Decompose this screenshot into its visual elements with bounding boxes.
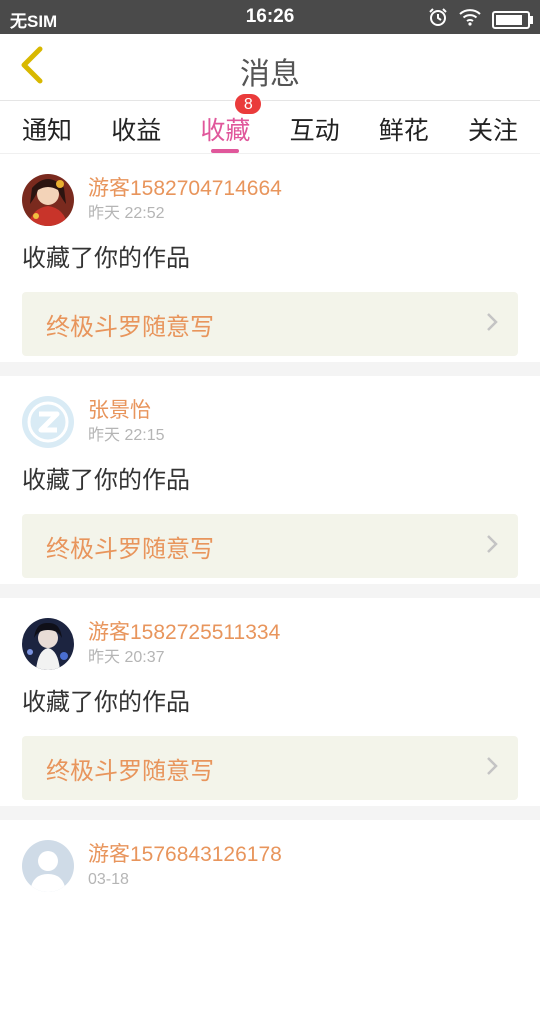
- active-tab-indicator: [211, 149, 240, 153]
- user-name[interactable]: 张景怡: [88, 397, 165, 425]
- work-link[interactable]: 终极斗罗随意写: [22, 514, 518, 578]
- tab-bar: 通知 收益 收藏 8 互动 鲜花 关注: [0, 93, 540, 154]
- battery-icon: [492, 10, 533, 29]
- work-link[interactable]: 终极斗罗随意写: [22, 736, 518, 800]
- user-name[interactable]: 游客1582704714664: [88, 175, 282, 203]
- chevron-right-icon: [486, 756, 498, 780]
- user-name[interactable]: 游客1576843126178: [88, 841, 282, 869]
- work-title: 终极斗罗随意写: [46, 312, 214, 341]
- tab-label: 收藏: [200, 116, 251, 145]
- tab-follow[interactable]: 关注: [468, 101, 518, 153]
- unread-badge: 8: [234, 93, 263, 115]
- tab-label: 通知: [22, 116, 73, 145]
- message-text: 收藏了你的作品: [22, 688, 190, 716]
- tab-label: 鲜花: [378, 116, 429, 145]
- message-list: 游客1582704714664 昨天 22:52 收藏了你的作品 终极斗罗随意写…: [0, 154, 540, 1028]
- status-icons: [428, 7, 533, 32]
- message-time: 昨天 22:15: [88, 427, 165, 444]
- message-card: 张景怡 昨天 22:15 收藏了你的作品 终极斗罗随意写: [0, 376, 540, 584]
- user-name[interactable]: 游客1582725511334: [88, 619, 280, 647]
- message-time: 03-18: [88, 871, 129, 888]
- message-time: 昨天 22:52: [88, 205, 165, 222]
- avatar[interactable]: [22, 174, 74, 226]
- avatar[interactable]: [22, 396, 74, 448]
- avatar[interactable]: [22, 840, 74, 892]
- wifi-icon: [458, 8, 482, 31]
- tab-notice[interactable]: 通知: [22, 101, 72, 153]
- message-time: 昨天 20:37: [88, 649, 165, 666]
- work-title: 终极斗罗随意写: [46, 756, 214, 785]
- tab-flowers[interactable]: 鲜花: [379, 101, 429, 153]
- status-bar: 无SIM 16:26: [0, 0, 540, 34]
- page-title: 消息: [240, 57, 300, 92]
- battery-level: [496, 14, 522, 25]
- chevron-right-icon: [486, 312, 498, 336]
- chevron-right-icon: [486, 534, 498, 558]
- tab-interaction[interactable]: 互动: [290, 101, 340, 153]
- work-title: 终极斗罗随意写: [46, 534, 214, 563]
- message-card: 游客1582704714664 昨天 22:52 收藏了你的作品 终极斗罗随意写: [0, 154, 540, 362]
- tab-earnings[interactable]: 收益: [111, 101, 161, 153]
- message-text: 收藏了你的作品: [22, 244, 190, 272]
- message-card: 游客1576843126178 03-18: [0, 820, 540, 1028]
- tab-favorites[interactable]: 收藏 8: [200, 93, 263, 153]
- work-link[interactable]: 终极斗罗随意写: [22, 292, 518, 356]
- message-text: 收藏了你的作品: [22, 466, 190, 494]
- tab-label: 互动: [289, 116, 340, 145]
- header-bar: 消息: [0, 34, 540, 101]
- avatar[interactable]: [22, 618, 74, 670]
- alarm-icon: [428, 7, 448, 32]
- tab-label: 收益: [111, 116, 162, 145]
- tab-label: 关注: [467, 116, 518, 145]
- message-card: 游客1582725511334 昨天 20:37 收藏了你的作品 终极斗罗随意写: [0, 598, 540, 806]
